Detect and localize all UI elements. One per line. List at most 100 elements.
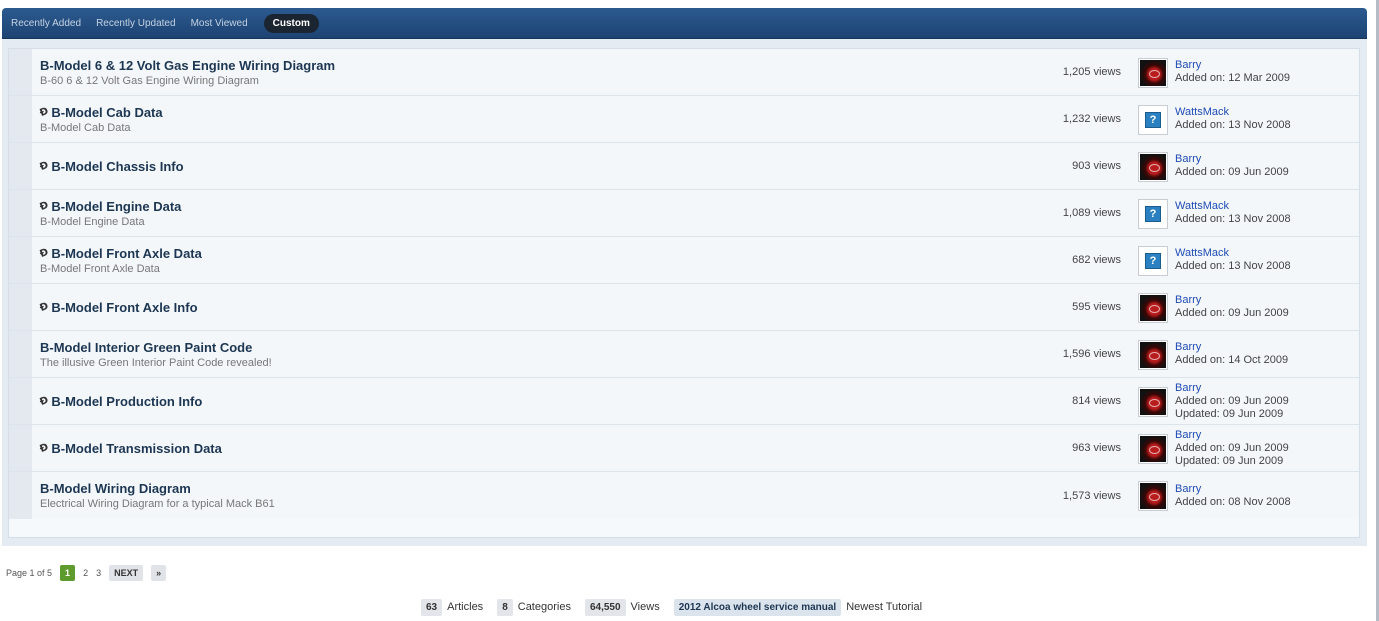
article-row: Ɖ B-Model Front Axle Data B-Model Front Ax… xyxy=(9,237,1359,284)
article-title-line: Ɖ B-Model Front Axle Data xyxy=(38,246,202,261)
author-link[interactable]: WattsMack xyxy=(1175,247,1291,260)
article-title-link[interactable]: B-Model Transmission Data xyxy=(51,441,221,456)
article-view-count: 1,232 views xyxy=(1062,113,1121,125)
article-title-link[interactable]: B-Model Production Info xyxy=(51,394,202,409)
author-avatar[interactable]: ? xyxy=(1138,105,1168,135)
row-marker xyxy=(9,472,32,519)
author-link[interactable]: Barry xyxy=(1175,59,1290,72)
next-page-button[interactable]: NEXT xyxy=(109,565,144,581)
article-title-link[interactable]: B-Model Front Axle Data xyxy=(51,246,201,261)
author-avatar[interactable] xyxy=(1138,293,1168,323)
article-meta: WattsMack Added on: 13 Nov 2008 xyxy=(1175,190,1291,236)
updated-date: Updated: 09 Jun 2009 xyxy=(1175,407,1284,420)
updated-date: Updated: 09 Jun 2009 xyxy=(1175,454,1284,467)
default-avatar-icon: ? xyxy=(1140,248,1166,274)
article-title-block: Ɖ B-Model Chassis Info xyxy=(38,143,183,189)
author-avatar[interactable] xyxy=(1138,387,1168,417)
paperclip-icon: Ɖ xyxy=(38,394,51,408)
article-meta: Barry Added on: 08 Nov 2008 xyxy=(1175,472,1291,519)
author-avatar[interactable] xyxy=(1138,152,1168,182)
row-marker xyxy=(9,331,32,377)
tab-most-viewed[interactable]: Most Viewed xyxy=(191,18,248,29)
article-view-count: 682 views xyxy=(1072,254,1121,266)
article-meta: Barry Added on: 14 Oct 2009 xyxy=(1175,331,1288,377)
article-row: Ɖ B-Model Chassis Info 903 views Barry Added… xyxy=(9,143,1359,190)
tab-recently-added[interactable]: Recently Added xyxy=(11,18,81,29)
author-link[interactable]: Barry xyxy=(1175,483,1291,496)
paperclip-icon: Ɖ xyxy=(38,159,51,173)
last-page-button[interactable]: » xyxy=(151,565,167,581)
article-row: B-Model Wiring Diagram Electrical Wiring … xyxy=(9,472,1359,519)
added-date: Added on: 09 Jun 2009 xyxy=(1175,394,1289,407)
user-photo-icon xyxy=(1140,60,1166,86)
added-date: Added on: 09 Jun 2009 xyxy=(1175,441,1289,454)
article-row: Ɖ B-Model Production Info 814 views Barry Ad… xyxy=(9,378,1359,425)
article-title-block: Ɖ B-Model Front Axle Info xyxy=(38,284,197,330)
categories-label: Categories xyxy=(517,601,571,613)
paperclip-icon: Ɖ xyxy=(38,199,51,213)
article-description: B-Model Front Axle Data xyxy=(40,262,160,275)
row-marker xyxy=(9,143,32,189)
author-link[interactable]: Barry xyxy=(1175,429,1289,442)
page-1-link[interactable]: 1 xyxy=(60,565,76,581)
author-avatar[interactable] xyxy=(1138,434,1168,464)
author-link[interactable]: WattsMack xyxy=(1175,106,1291,119)
tab-recently-updated[interactable]: Recently Updated xyxy=(96,18,176,29)
user-photo-icon xyxy=(1140,342,1166,368)
added-date: Added on: 09 Jun 2009 xyxy=(1175,307,1289,319)
article-title-block: Ɖ B-Model Cab Data B-Model Cab Data xyxy=(38,96,162,142)
article-title-line: B-Model Wiring Diagram xyxy=(40,481,275,496)
article-title-link[interactable]: B-Model Interior Green Paint Code xyxy=(40,340,252,355)
article-view-count: 1,089 views xyxy=(1062,207,1121,219)
row-marker xyxy=(9,96,32,142)
article-meta: Barry Added on: 09 Jun 2009 xyxy=(1175,143,1289,189)
article-title-block: Ɖ B-Model Production Info xyxy=(38,378,202,424)
newest-tutorial-link[interactable]: 2012 Alcoa wheel service manual xyxy=(673,598,842,616)
author-avatar[interactable] xyxy=(1138,58,1168,88)
article-title-link[interactable]: B-Model Cab Data xyxy=(51,105,162,120)
article-description: B-60 6 & 12 Volt Gas Engine Wiring Diagr… xyxy=(40,74,259,87)
added-date: Added on: 14 Oct 2009 xyxy=(1175,354,1289,366)
author-avatar[interactable]: ? xyxy=(1138,199,1168,229)
views-count: 64,550 xyxy=(584,598,626,616)
article-description: The illusive Green Interior Paint Code r… xyxy=(40,356,272,369)
page-2-link[interactable]: 2 xyxy=(83,568,88,578)
article-title-line: Ɖ B-Model Transmission Data xyxy=(38,441,222,456)
articles-panel: Recently Added Recently Updated Most Vie… xyxy=(2,8,1367,546)
paperclip-icon: Ɖ xyxy=(38,246,51,260)
tab-custom[interactable]: Custom xyxy=(263,13,319,33)
page-3-link[interactable]: 3 xyxy=(96,568,101,578)
article-row: B-Model 6 & 12 Volt Gas Engine Wiring Di… xyxy=(9,49,1359,96)
author-avatar[interactable] xyxy=(1138,340,1168,370)
article-title-block: B-Model 6 & 12 Volt Gas Engine Wiring Di… xyxy=(40,49,335,95)
added-date: Added on: 13 Nov 2008 xyxy=(1175,119,1291,131)
article-title-link[interactable]: B-Model 6 & 12 Volt Gas Engine Wiring Di… xyxy=(40,58,335,73)
article-title-link[interactable]: B-Model Chassis Info xyxy=(51,159,183,174)
author-avatar[interactable]: ? xyxy=(1138,246,1168,276)
article-row: Ɖ B-Model Transmission Data 963 views Barry… xyxy=(9,425,1359,472)
article-title-link[interactable]: B-Model Wiring Diagram xyxy=(40,481,191,496)
author-avatar[interactable] xyxy=(1138,481,1168,511)
article-view-count: 1,205 views xyxy=(1062,66,1121,78)
article-title-link[interactable]: B-Model Front Axle Info xyxy=(51,300,197,315)
article-title-line: Ɖ B-Model Front Axle Info xyxy=(38,300,197,315)
article-list: B-Model 6 & 12 Volt Gas Engine Wiring Di… xyxy=(8,48,1360,538)
author-link[interactable]: Barry xyxy=(1175,294,1289,307)
user-photo-icon xyxy=(1140,436,1166,462)
article-meta: Barry Added on: 09 Jun 2009 xyxy=(1175,284,1289,330)
author-link[interactable]: Barry xyxy=(1175,341,1288,354)
author-link[interactable]: Barry xyxy=(1175,153,1289,166)
article-title-line: B-Model 6 & 12 Volt Gas Engine Wiring Di… xyxy=(40,58,335,73)
article-row: B-Model Interior Green Paint Code The ill… xyxy=(9,331,1359,378)
article-view-count: 595 views xyxy=(1072,301,1121,313)
article-title-block: B-Model Interior Green Paint Code The ill… xyxy=(40,331,272,377)
author-link[interactable]: Barry xyxy=(1175,382,1289,395)
paperclip-icon: Ɖ xyxy=(38,300,51,314)
added-date: Added on: 09 Jun 2009 xyxy=(1175,166,1289,178)
author-link[interactable]: WattsMack xyxy=(1175,200,1291,213)
article-row: Ɖ B-Model Cab Data B-Model Cab Data 1,232 v… xyxy=(9,96,1359,143)
article-view-count: 1,573 views xyxy=(1062,489,1121,502)
article-title-link[interactable]: B-Model Engine Data xyxy=(51,199,181,214)
article-title-block: Ɖ B-Model Front Axle Data B-Model Front Ax… xyxy=(38,237,202,283)
default-avatar-icon: ? xyxy=(1140,107,1166,133)
